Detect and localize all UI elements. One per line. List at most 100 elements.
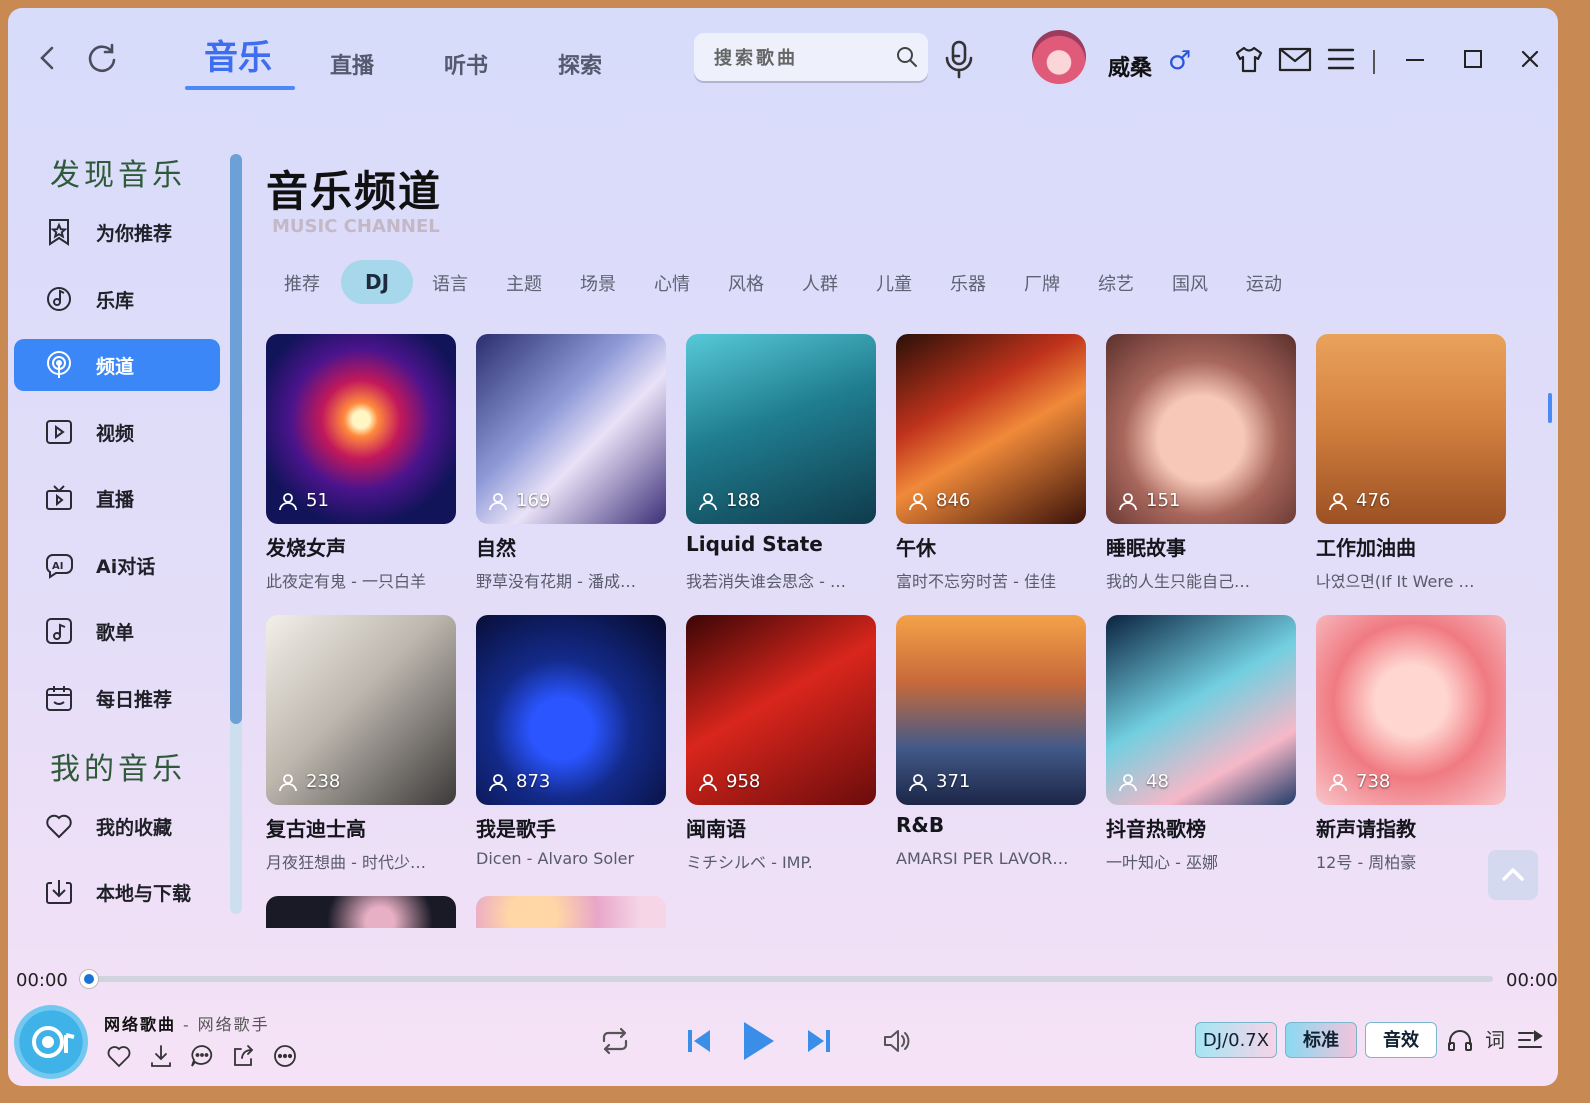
sidebar-item-playlist[interactable]: 歌单 <box>14 605 220 657</box>
channel-card-title[interactable]: 我是歌手 <box>476 813 556 842</box>
sidebar-item-downloads[interactable]: 本地与下载 <box>14 866 220 918</box>
mail-icon[interactable] <box>1278 44 1312 74</box>
channel-card-cover-partial[interactable] <box>266 896 456 928</box>
channel-card-subtitle[interactable]: 我的人生只能自己… <box>1106 568 1296 592</box>
sidebar-scrollbar-thumb[interactable] <box>230 154 242 724</box>
channel-card-cover[interactable]: 873 <box>476 615 666 805</box>
back-to-top-button[interactable] <box>1488 850 1538 900</box>
sidebar-item-recommend[interactable]: 为你推荐 <box>14 206 220 258</box>
lyrics-button[interactable]: 词 <box>1485 1024 1505 1053</box>
channel-card-title[interactable]: R&B <box>896 813 944 837</box>
channel-card-subtitle[interactable]: 此夜定有鬼 - 一只白羊 <box>266 568 456 592</box>
channel-card[interactable]: 371 R&B AMARSI PER LAVOR… <box>896 615 1086 875</box>
channel-card-subtitle[interactable]: Dicen - Alvaro Soler <box>476 849 666 868</box>
channel-card-subtitle[interactable]: 我若消失谁会思念 - … <box>686 568 876 592</box>
channel-card[interactable]: 188 Liquid State 我若消失谁会思念 - … <box>686 334 876 594</box>
channel-card-cover[interactable]: 738 <box>1316 615 1506 805</box>
channel-card-subtitle[interactable]: 나였으면(If It Were … <box>1316 568 1506 592</box>
category-tab[interactable]: 语言 <box>432 270 468 296</box>
dj-speed-button[interactable]: DJ/0.7X <box>1195 1022 1277 1058</box>
more-icon[interactable] <box>272 1043 298 1069</box>
close-icon[interactable] <box>1515 44 1545 74</box>
channel-card-title[interactable]: 自然 <box>476 532 516 561</box>
channel-card-title[interactable]: 复古迪士高 <box>266 813 366 842</box>
channel-card-title[interactable]: 工作加油曲 <box>1316 532 1416 561</box>
channel-card-cover[interactable]: 958 <box>686 615 876 805</box>
microphone-icon[interactable] <box>940 38 978 80</box>
repeat-icon[interactable] <box>598 1024 632 1058</box>
category-tab[interactable]: 风格 <box>728 270 764 296</box>
channel-card-cover-partial[interactable] <box>476 896 666 928</box>
category-tab[interactable]: 儿童 <box>876 270 912 296</box>
channel-card-title[interactable]: 发烧女声 <box>266 532 346 561</box>
channel-card-cover[interactable]: 238 <box>266 615 456 805</box>
maximize-icon[interactable] <box>1458 44 1488 74</box>
category-tab[interactable]: 人群 <box>802 270 838 296</box>
progress-bar[interactable] <box>88 976 1493 982</box>
channel-card[interactable]: 958 闽南语ミチシルベ - IMP. <box>686 615 876 875</box>
album-disc[interactable] <box>14 1005 88 1079</box>
category-tab-active[interactable]: DJ <box>341 260 413 304</box>
channel-card[interactable]: 476 工作加油曲 나였으면(If It Were … <box>1316 334 1506 594</box>
volume-icon[interactable] <box>880 1024 914 1058</box>
channel-card-title[interactable]: Liquid State <box>686 532 823 556</box>
download-song-icon[interactable] <box>148 1043 174 1069</box>
category-tab[interactable]: 运动 <box>1246 270 1282 296</box>
quality-button[interactable]: 标准 <box>1285 1022 1357 1058</box>
category-tab[interactable]: 国风 <box>1172 270 1208 296</box>
channel-card-subtitle[interactable]: AMARSI PER LAVOR… <box>896 849 1086 868</box>
refresh-icon[interactable] <box>84 40 120 76</box>
channel-card[interactable]: 238 复古迪士高 月夜狂想曲 - 时代少… <box>266 615 456 875</box>
channel-card[interactable]: 738 新声请指教 12号 - 周柏豪 <box>1316 615 1506 875</box>
sidebar-item-live[interactable]: 直播 <box>14 472 220 524</box>
next-track-icon[interactable] <box>802 1024 834 1058</box>
sound-effect-button[interactable]: 音效 <box>1365 1022 1437 1058</box>
category-tab[interactable]: 厂牌 <box>1024 270 1060 296</box>
channel-card-cover[interactable]: 169 <box>476 334 666 524</box>
channel-card-title[interactable]: 午休 <box>896 532 936 561</box>
tab-music[interactable]: 音乐 <box>204 30 272 79</box>
channel-card-title[interactable]: 睡眠故事 <box>1106 532 1186 561</box>
channel-card-subtitle[interactable]: 一叶知心 - 巫娜 <box>1106 849 1296 873</box>
channel-card-cover[interactable]: 846 <box>896 334 1086 524</box>
category-tab[interactable]: 心情 <box>654 270 690 296</box>
sidebar-item-library[interactable]: 乐库 <box>14 273 220 325</box>
channel-card[interactable]: 873 我是歌手 Dicen - Alvaro Soler <box>476 615 666 875</box>
channel-card-cover[interactable]: 51 <box>266 334 456 524</box>
progress-knob[interactable] <box>80 970 98 988</box>
back-icon[interactable] <box>30 40 66 76</box>
channel-card[interactable]: 846 午休富时不忘穷时苦 - 佳佳 <box>896 334 1086 594</box>
channel-card[interactable]: 169 自然野草没有花期 - 潘成… <box>476 334 666 594</box>
search-input[interactable] <box>712 43 896 73</box>
sidebar-item-ai-chat[interactable]: AI Ai对话 <box>14 539 220 591</box>
sidebar-item-daily[interactable]: 每日推荐 <box>14 672 220 724</box>
category-tab[interactable]: 推荐 <box>284 270 320 296</box>
category-tab[interactable]: 综艺 <box>1098 270 1134 296</box>
username[interactable]: 威桑 <box>1108 50 1152 82</box>
sidebar-item-channel[interactable]: 频道 <box>14 339 220 391</box>
channel-card-subtitle[interactable]: 富时不忘穷时苦 - 佳佳 <box>896 568 1086 592</box>
channel-card-subtitle[interactable]: ミチシルベ - IMP. <box>686 849 876 873</box>
channel-card[interactable]: 51 发烧女声此夜定有鬼 - 一只白羊 <box>266 334 456 594</box>
channel-card[interactable]: 48 抖音热歌榜一叶知心 - 巫娜 <box>1106 615 1296 875</box>
tab-audiobook[interactable]: 听书 <box>444 48 488 80</box>
channel-card-cover[interactable]: 476 <box>1316 334 1506 524</box>
shirt-icon[interactable] <box>1234 44 1264 74</box>
avatar[interactable] <box>1032 30 1086 84</box>
channel-card-cover[interactable]: 188 <box>686 334 876 524</box>
category-tab[interactable]: 乐器 <box>950 270 986 296</box>
channel-card-title[interactable]: 闽南语 <box>686 813 746 842</box>
tab-explore[interactable]: 探索 <box>558 48 602 80</box>
tab-live[interactable]: 直播 <box>330 48 374 80</box>
minimize-icon[interactable] <box>1400 44 1430 74</box>
category-tab[interactable]: 主题 <box>506 270 542 296</box>
channel-card-title[interactable]: 抖音热歌榜 <box>1106 813 1206 842</box>
channel-card-subtitle[interactable]: 野草没有花期 - 潘成… <box>476 568 666 592</box>
sidebar-item-favorites[interactable]: 我的收藏 <box>14 800 220 852</box>
playlist-queue-icon[interactable] <box>1516 1026 1544 1054</box>
menu-icon[interactable] <box>1326 44 1356 74</box>
channel-card-cover[interactable]: 371 <box>896 615 1086 805</box>
channel-card-cover[interactable]: 48 <box>1106 615 1296 805</box>
headphones-icon[interactable] <box>1446 1026 1474 1054</box>
search-icon[interactable] <box>896 46 918 68</box>
